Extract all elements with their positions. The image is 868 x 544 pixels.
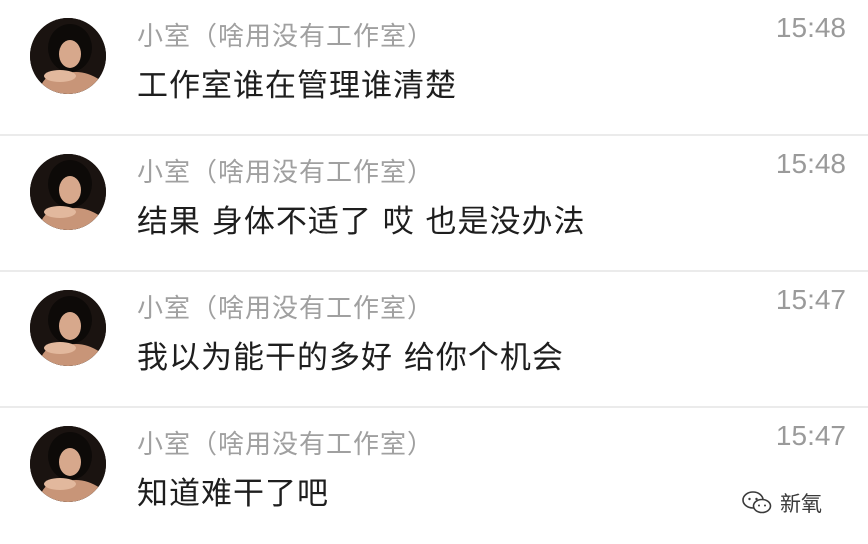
message-text: 知道难干了吧 (137, 476, 329, 512)
message-row[interactable]: 小室（啥用没有工作室） 15:47 我以为能干的多好 给你个机会 (0, 272, 868, 408)
message-list: 小室（啥用没有工作室） 15:48 工作室谁在管理谁清楚 小室（啥用没有工作室）… (0, 0, 868, 544)
sender-name: 小室（啥用没有工作室） (137, 158, 435, 188)
sender-name: 小室（啥用没有工作室） (137, 430, 435, 460)
avatar-image (30, 154, 106, 230)
message-text: 工作室谁在管理谁清楚 (137, 68, 457, 104)
avatar[interactable] (30, 18, 106, 94)
message-time: 15:47 (775, 284, 846, 315)
message-row[interactable]: 小室（啥用没有工作室） 15:47 知道难干了吧 (0, 408, 868, 544)
watermark: 新氧 (742, 488, 822, 518)
avatar-image (30, 18, 106, 94)
avatar-image (30, 290, 106, 366)
wechat-icon (742, 491, 772, 514)
avatar-image (30, 426, 106, 502)
message-time: 15:47 (775, 420, 846, 451)
avatar[interactable] (30, 154, 106, 230)
watermark-text: 新氧 (780, 492, 822, 516)
message-time: 15:48 (775, 148, 846, 179)
avatar[interactable] (30, 426, 106, 502)
sender-name: 小室（啥用没有工作室） (137, 294, 435, 324)
message-row[interactable]: 小室（啥用没有工作室） 15:48 工作室谁在管理谁清楚 (0, 0, 868, 136)
message-text: 结果 身体不适了 哎 也是没办法 (137, 204, 586, 240)
avatar[interactable] (30, 290, 106, 366)
sender-name: 小室（啥用没有工作室） (137, 22, 435, 52)
message-text: 我以为能干的多好 给你个机会 (137, 340, 564, 376)
message-row[interactable]: 小室（啥用没有工作室） 15:48 结果 身体不适了 哎 也是没办法 (0, 136, 868, 272)
message-time: 15:48 (775, 12, 846, 43)
